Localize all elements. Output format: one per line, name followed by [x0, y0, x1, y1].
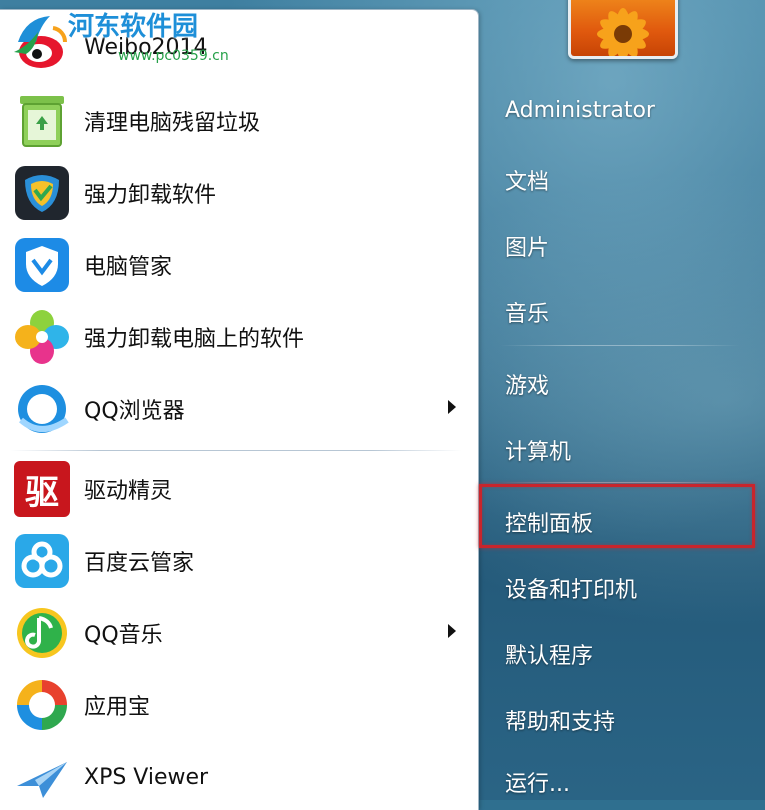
driver-genius-icon: 驱 — [12, 459, 72, 519]
program-item-baidu-cloud[interactable]: 百度云管家 — [6, 528, 466, 594]
recycle-bin-icon — [12, 91, 72, 151]
colorful-petals-icon — [12, 307, 72, 367]
submenu-arrow-icon[interactable] — [448, 400, 456, 414]
watermark-title: 河东软件园 — [68, 12, 199, 42]
menu-item-default-programs[interactable]: 默认程序 — [505, 638, 593, 670]
menu-item-administrator[interactable]: Administrator — [505, 98, 655, 123]
program-item-xps-viewer[interactable]: XPS Viewer — [6, 744, 466, 810]
submenu-arrow-icon[interactable] — [448, 624, 456, 638]
program-label: 应用宝 — [84, 695, 151, 720]
qq-browser-icon — [12, 379, 72, 439]
menu-item-run[interactable]: 运行... — [505, 766, 570, 798]
program-label: QQ音乐 — [84, 623, 163, 648]
flower-picture-icon — [597, 8, 649, 56]
right-menu-separator — [500, 482, 740, 483]
program-label: 驱动精灵 — [84, 479, 173, 504]
program-label: 强力卸载电脑上的软件 — [84, 327, 305, 352]
app-store-icon — [12, 675, 72, 735]
menu-item-devices-printers[interactable]: 设备和打印机 — [505, 572, 637, 604]
uninstaller-icon — [12, 163, 72, 223]
program-item-clean-junk[interactable]: 清理电脑残留垃圾 — [6, 88, 466, 154]
program-list-divider — [10, 450, 462, 451]
menu-item-games[interactable]: 游戏 — [505, 368, 549, 400]
program-label: QQ浏览器 — [84, 399, 185, 424]
program-label: 强力卸载软件 — [84, 183, 217, 208]
menu-item-pictures[interactable]: 图片 — [505, 230, 549, 262]
program-label: 百度云管家 — [84, 551, 195, 576]
program-item-app-store[interactable]: 应用宝 — [6, 672, 466, 738]
watermark-url: www.pc0359.cn — [118, 48, 229, 64]
menu-item-documents[interactable]: 文档 — [505, 164, 549, 196]
program-item-qq-music[interactable]: QQ音乐 — [6, 600, 466, 666]
program-label: 清理电脑残留垃圾 — [84, 111, 261, 136]
program-item-driver-genius[interactable]: 驱 驱动精灵 — [6, 456, 466, 522]
watermark: 河东软件园 www.pc0359.cn — [10, 12, 229, 64]
program-item-uninstall-pc-software[interactable]: 强力卸载电脑上的软件 — [6, 304, 466, 370]
right-menu-separator — [500, 345, 740, 346]
program-label: 电脑管家 — [84, 255, 173, 280]
program-item-qq-browser[interactable]: QQ浏览器 — [6, 376, 466, 442]
user-picture[interactable] — [568, 0, 678, 59]
xps-viewer-icon — [12, 747, 72, 807]
watermark-logo-icon — [14, 16, 50, 54]
program-list-pane: Weibo2014 清理电脑残留垃圾 强力卸载软件 电脑管家 强力卸载电脑上的软… — [0, 10, 478, 810]
menu-item-help-support[interactable]: 帮助和支持 — [505, 704, 615, 736]
baidu-cloud-icon — [12, 531, 72, 591]
control-panel-highlight-box — [479, 484, 755, 548]
driver-icon-glyph: 驱 — [25, 472, 59, 513]
menu-item-music[interactable]: 音乐 — [505, 296, 549, 328]
qq-music-icon — [12, 603, 72, 663]
program-item-uninstaller[interactable]: 强力卸载软件 — [6, 160, 466, 226]
menu-item-computer[interactable]: 计算机 — [505, 434, 571, 466]
program-label: XPS Viewer — [84, 764, 209, 790]
program-item-pc-manager[interactable]: 电脑管家 — [6, 232, 466, 298]
pc-manager-shield-icon — [12, 235, 72, 295]
